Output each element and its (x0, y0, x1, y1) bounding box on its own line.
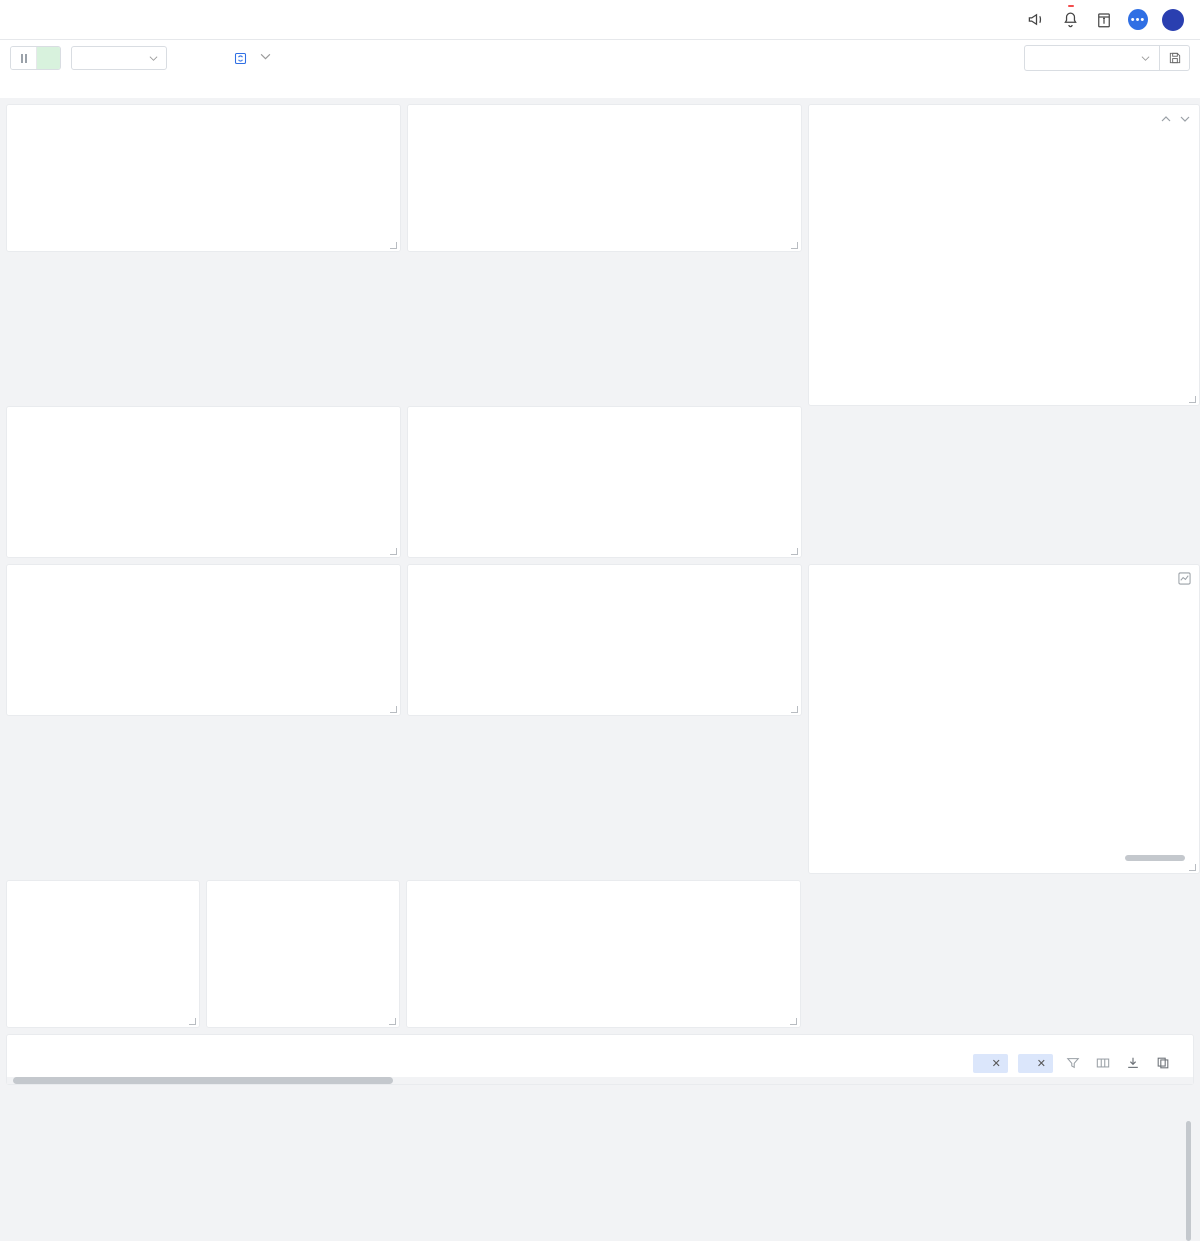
agent-select[interactable] (71, 46, 167, 70)
columns-icon[interactable] (1093, 1053, 1113, 1073)
panel-title (207, 881, 399, 891)
resize-handle[interactable] (790, 1018, 797, 1025)
session-table-title (7, 1035, 1193, 1049)
bell-icon[interactable] (1060, 4, 1080, 30)
panel-cpu-xos (6, 104, 401, 252)
close-icon[interactable]: ✕ (1037, 1057, 1046, 1070)
panel-title (7, 105, 400, 115)
cpu-xos-chart[interactable] (7, 115, 400, 235)
panel-long-waiting-count (407, 564, 802, 716)
resize-handle[interactable] (390, 242, 397, 249)
chevron-down-icon (1141, 55, 1150, 61)
dashboard-grid (0, 98, 1200, 1028)
resize-handle[interactable] (791, 706, 798, 713)
session-table-panel: ✕ ✕ (6, 1034, 1194, 1241)
panel-title (408, 407, 801, 417)
panel-mem-xos (407, 104, 802, 252)
preset-controls (1024, 45, 1190, 71)
toolbar-expand-icon[interactable] (260, 51, 271, 65)
session-table-tools: ✕ ✕ (972, 1053, 1183, 1073)
panel-actions (1178, 572, 1191, 590)
avatar[interactable] (1162, 8, 1184, 31)
filter-icon[interactable] (1063, 1053, 1083, 1073)
close-icon[interactable]: ✕ (992, 1057, 1001, 1070)
sql-elapse-scatter[interactable] (809, 115, 1199, 391)
execute-count-chart[interactable] (407, 891, 800, 1013)
table-horizontal-scrollbar[interactable] (7, 1077, 1193, 1084)
panel-sql-elapse-map (808, 104, 1200, 406)
panel-title (809, 105, 1199, 115)
resize-handle[interactable] (1189, 396, 1196, 403)
header-actions: ••• (1026, 4, 1184, 31)
panel-title (809, 565, 1199, 575)
refresh-icon[interactable] (230, 48, 250, 68)
mem-xos-chart[interactable] (408, 115, 801, 235)
long-waiting-chart[interactable] (408, 575, 801, 700)
physical-reads-chart[interactable] (207, 891, 399, 1013)
resize-handle[interactable] (791, 242, 798, 249)
app-header: ••• (0, 0, 1200, 40)
panel-title (7, 565, 400, 575)
resize-handle[interactable] (791, 548, 798, 555)
panel-title (408, 105, 801, 115)
resize-handle[interactable] (1189, 864, 1196, 871)
info-box-icon[interactable] (1094, 10, 1114, 30)
chevron-down-icon (149, 55, 158, 61)
resize-handle[interactable] (390, 548, 397, 555)
chevron-down-icon[interactable] (1179, 112, 1191, 130)
wait-event-chart[interactable] (809, 575, 1199, 855)
panel-wait-event (808, 564, 1200, 874)
live-clock (10, 46, 61, 70)
active-sessions-chart[interactable] (7, 417, 400, 542)
megaphone-icon[interactable] (1026, 10, 1046, 30)
session-logical-reads-chart[interactable] (7, 891, 199, 1013)
copy-icon[interactable] (1153, 1053, 1173, 1073)
instance-tab-bar (0, 76, 1200, 98)
panel-actions (1160, 112, 1191, 130)
chat-icon[interactable]: ••• (1128, 9, 1148, 30)
filter-chip-user[interactable]: ✕ (1017, 1053, 1053, 1073)
resize-handle[interactable] (390, 706, 397, 713)
notification-badge (1068, 4, 1074, 7)
save-preset-button[interactable] (1159, 45, 1190, 71)
panel-title (408, 565, 801, 575)
session-table-tabs (19, 1059, 37, 1067)
panel-title (407, 881, 800, 891)
session-table-header: ✕ ✕ (7, 1049, 1193, 1077)
panel-title (7, 881, 199, 891)
control-toolbar (0, 40, 1200, 76)
filter-chip-command[interactable]: ✕ (972, 1053, 1008, 1073)
pause-button[interactable] (11, 47, 37, 69)
panel-execute-count (406, 880, 801, 1028)
panel-session-logical-reads (6, 880, 200, 1028)
floppy-disk-icon (1169, 52, 1180, 64)
panel-active-sessions (6, 406, 401, 558)
panel-long-active-sessions (6, 564, 401, 716)
chevron-up-icon[interactable] (1160, 112, 1172, 130)
lock-wait-chart[interactable] (408, 417, 801, 542)
download-icon[interactable] (1123, 1053, 1143, 1073)
table-vertical-scrollbar[interactable] (1186, 1121, 1191, 1241)
long-active-chart[interactable] (7, 575, 400, 700)
panel-lock-wait-sessions (407, 406, 802, 558)
chart-toggle-icon[interactable] (1178, 572, 1191, 590)
resize-handle[interactable] (189, 1018, 196, 1025)
preset-select[interactable] (1024, 45, 1159, 71)
resize-handle[interactable] (389, 1018, 396, 1025)
panel-physical-reads (206, 880, 400, 1028)
panel-title (7, 407, 400, 417)
wait-event-scrollbar[interactable] (1125, 855, 1185, 861)
